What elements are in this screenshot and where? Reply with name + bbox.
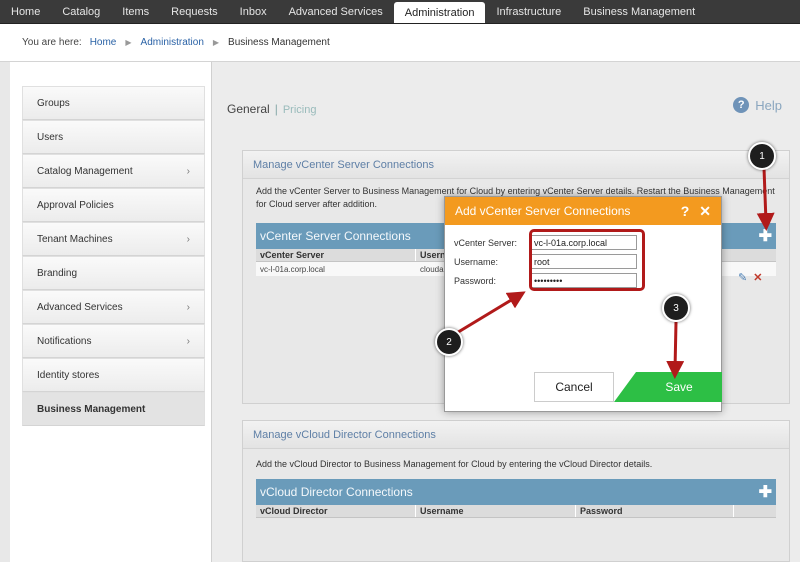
arrow-1-icon	[756, 167, 775, 231]
arrow-2-icon	[454, 291, 526, 336]
callout-3: 3	[662, 294, 690, 322]
callout-2: 2	[435, 328, 463, 356]
annotation-arrows	[454, 167, 775, 379]
arrow-3-icon	[666, 321, 685, 379]
callout-1: 1	[748, 142, 776, 170]
